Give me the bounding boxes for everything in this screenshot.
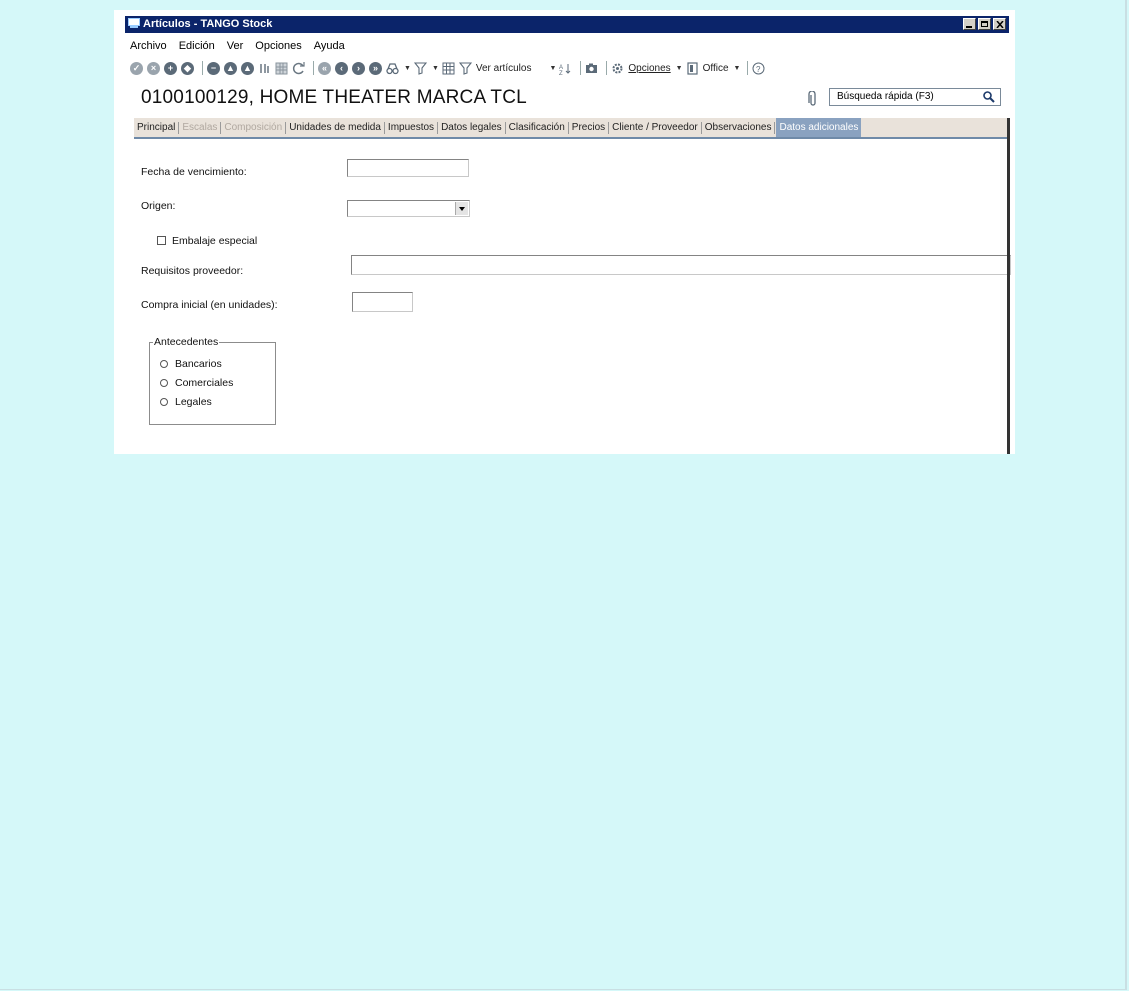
binoculars-icon[interactable] bbox=[386, 62, 399, 75]
app-window: Artículos - TANGO Stock Archivo Edición … bbox=[114, 10, 1015, 454]
bancarios-label[interactable]: Bancarios bbox=[175, 358, 222, 370]
toolbar-separator bbox=[606, 61, 608, 75]
grid-icon[interactable] bbox=[275, 62, 288, 75]
toolbar-separator bbox=[313, 61, 314, 75]
tab-cliente-proveedor[interactable]: Cliente / Proveedor bbox=[609, 121, 702, 134]
options-dropdown[interactable]: Opciones bbox=[628, 63, 670, 74]
comerciales-radio[interactable] bbox=[160, 379, 168, 387]
minimize-button[interactable] bbox=[963, 18, 976, 30]
antecedentes-group: Antecedentes Bancarios Comerciales Legal… bbox=[149, 336, 276, 425]
toolbar-separator bbox=[580, 61, 582, 75]
down-icon[interactable]: ▲ bbox=[241, 61, 254, 75]
title-bar: Artículos - TANGO Stock bbox=[125, 16, 1009, 33]
office-icon[interactable] bbox=[686, 61, 699, 75]
chevron-down-icon[interactable] bbox=[455, 202, 468, 215]
prev-icon[interactable]: ‹ bbox=[335, 61, 348, 75]
remove-icon[interactable]: − bbox=[207, 61, 220, 75]
view-selector[interactable]: Ver artículos bbox=[476, 63, 532, 74]
tab-escalas: Escalas bbox=[179, 121, 222, 134]
compra-inicial-field[interactable] bbox=[352, 292, 413, 312]
next-icon[interactable]: › bbox=[352, 61, 365, 75]
close-button[interactable] bbox=[993, 18, 1006, 30]
toolbar-separator bbox=[747, 61, 749, 75]
filter-icon[interactable] bbox=[413, 61, 428, 75]
svg-text:Z: Z bbox=[559, 71, 563, 75]
comerciales-label[interactable]: Comerciales bbox=[175, 377, 233, 389]
tab-precios[interactable]: Precios bbox=[569, 121, 610, 134]
tab-composicion: Composición bbox=[221, 121, 287, 134]
paperclip-icon[interactable] bbox=[808, 91, 818, 107]
record-title: 0100100129, HOME THEATER MARCA TCL bbox=[141, 87, 527, 108]
form-panel: Fecha de vencimiento: Origen: Embalaje e… bbox=[134, 139, 1011, 454]
legales-label[interactable]: Legales bbox=[175, 396, 212, 408]
search-icon[interactable] bbox=[983, 91, 995, 103]
origen-label: Origen: bbox=[141, 200, 176, 212]
copy-icon[interactable]: ◆ bbox=[181, 61, 194, 75]
tab-unidades-de-medida[interactable]: Unidades de medida bbox=[286, 121, 385, 134]
svg-text:?: ? bbox=[756, 65, 761, 74]
last-icon[interactable]: » bbox=[369, 61, 382, 75]
tab-observaciones[interactable]: Observaciones bbox=[702, 121, 776, 134]
tab-datos-adicionales[interactable]: Datos adicionales bbox=[776, 118, 862, 137]
chevron-down-icon[interactable]: ▼ bbox=[404, 65, 411, 72]
tab-bar: Principal Escalas Composición Unidades d… bbox=[134, 118, 1010, 139]
menu-ver[interactable]: Ver bbox=[227, 40, 244, 54]
compra-label: Compra inicial (en unidades): bbox=[141, 299, 278, 311]
fecha-vencimiento-field[interactable] bbox=[347, 159, 469, 177]
embalaje-label[interactable]: Embalaje especial bbox=[172, 235, 257, 247]
menu-opciones[interactable]: Opciones bbox=[255, 40, 301, 54]
menu-ayuda[interactable]: Ayuda bbox=[314, 40, 345, 54]
embalaje-checkbox[interactable] bbox=[157, 236, 166, 245]
chevron-down-icon[interactable]: ▼ bbox=[734, 65, 741, 72]
window-edge bbox=[1007, 118, 1010, 454]
office-dropdown[interactable]: Office bbox=[703, 63, 729, 74]
filter-view-icon[interactable] bbox=[458, 61, 473, 75]
columns-icon[interactable] bbox=[258, 62, 271, 75]
tab-impuestos[interactable]: Impuestos bbox=[385, 121, 439, 134]
cancel-icon[interactable]: × bbox=[147, 61, 160, 75]
maximize-button[interactable] bbox=[978, 18, 991, 30]
fecha-label: Fecha de vencimiento: bbox=[141, 166, 247, 178]
refresh-icon[interactable] bbox=[292, 61, 305, 75]
chevron-down-icon[interactable]: ▼ bbox=[432, 65, 439, 72]
tab-clasificacion[interactable]: Clasificación bbox=[506, 121, 569, 134]
tab-datos-legales[interactable]: Datos legales bbox=[438, 121, 506, 134]
bancarios-radio[interactable] bbox=[160, 360, 168, 368]
help-icon[interactable]: ? bbox=[752, 62, 765, 75]
chevron-down-icon[interactable]: ▼ bbox=[676, 65, 683, 72]
add-icon[interactable]: + bbox=[164, 61, 177, 75]
menu-bar: Archivo Edición Ver Opciones Ayuda bbox=[130, 40, 345, 54]
app-icon bbox=[128, 18, 140, 28]
toolbar-separator bbox=[202, 61, 203, 75]
menu-edicion[interactable]: Edición bbox=[179, 40, 215, 54]
requisitos-proveedor-field[interactable] bbox=[351, 255, 1011, 275]
origen-select[interactable] bbox=[347, 200, 470, 217]
requisitos-label: Requisitos proveedor: bbox=[141, 265, 244, 277]
camera-icon[interactable] bbox=[585, 62, 598, 75]
antecedentes-title: Antecedentes bbox=[153, 336, 220, 348]
first-icon[interactable]: « bbox=[318, 61, 331, 75]
tab-principal[interactable]: Principal bbox=[134, 121, 180, 134]
quick-search-placeholder: Búsqueda rápida (F3) bbox=[837, 91, 934, 102]
gear-icon[interactable] bbox=[611, 62, 624, 75]
up-icon[interactable]: ▲ bbox=[224, 61, 237, 75]
window-title: Artículos - TANGO Stock bbox=[143, 18, 273, 30]
sort-icon[interactable]: AZ bbox=[559, 62, 572, 77]
quick-search-input[interactable]: Búsqueda rápida (F3) bbox=[829, 88, 1001, 106]
toolbar: ✓ × + ◆ − ▲ ▲ « ‹ › » ▼ ▼ Ver artículos … bbox=[130, 59, 1004, 77]
table-icon[interactable] bbox=[442, 62, 455, 75]
menu-archivo[interactable]: Archivo bbox=[130, 40, 167, 54]
legales-radio[interactable] bbox=[160, 398, 168, 406]
check-icon[interactable]: ✓ bbox=[130, 61, 143, 75]
chevron-down-icon[interactable]: ▼ bbox=[549, 65, 556, 72]
